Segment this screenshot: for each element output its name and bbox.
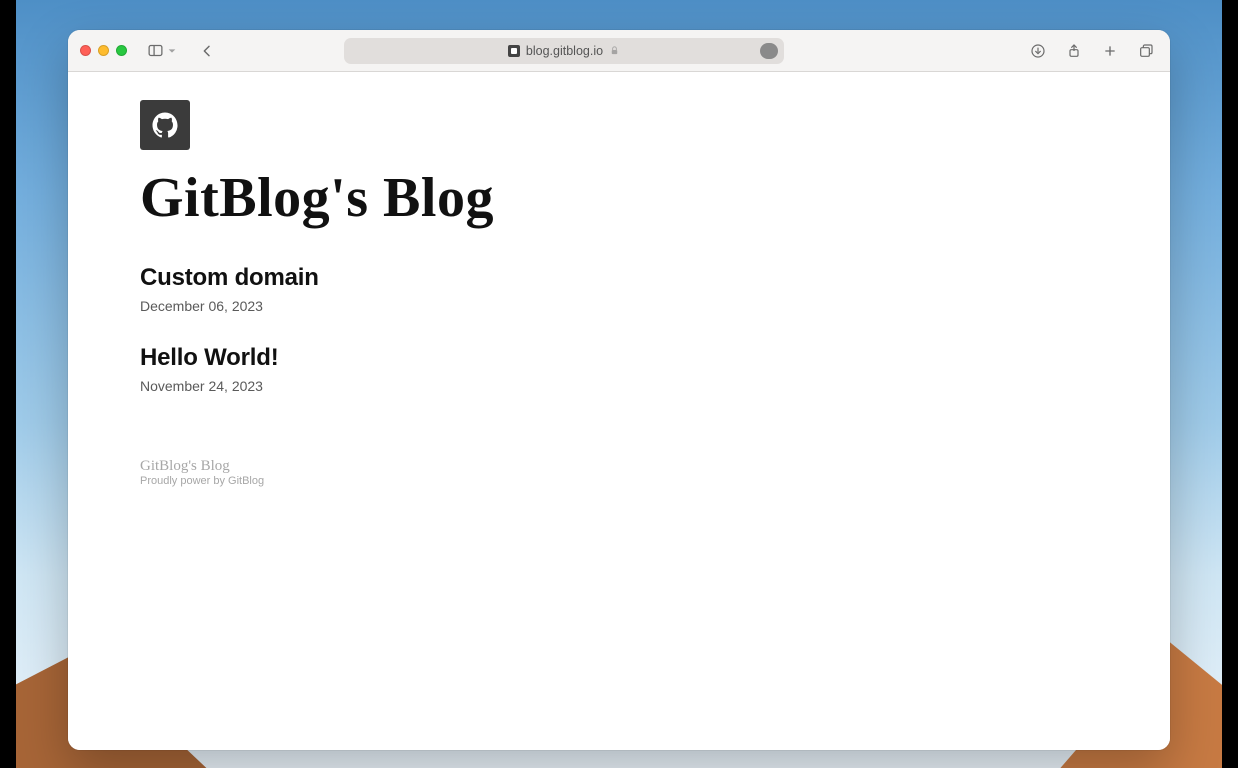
address-bar[interactable]: blog.gitblog.io: [344, 38, 784, 64]
post-title-link[interactable]: Hello World!: [140, 344, 1098, 372]
chevron-down-icon: [167, 46, 177, 56]
toolbar-right-group: [1026, 39, 1158, 63]
post-date: December 06, 2023: [140, 298, 1098, 314]
back-button[interactable]: [195, 39, 219, 63]
tabs-overview-button[interactable]: [1134, 39, 1158, 63]
new-tab-button[interactable]: [1098, 39, 1122, 63]
post-date: November 24, 2023: [140, 378, 1098, 394]
browser-window: blog.gitblog.io: [68, 30, 1170, 750]
lock-icon: [609, 45, 620, 56]
post-item: Hello World! November 24, 2023: [140, 344, 1098, 394]
address-url: blog.gitblog.io: [526, 44, 603, 58]
footer-site-title: GitBlog's Blog: [140, 458, 1098, 475]
post-item: Custom domain December 06, 2023: [140, 264, 1098, 314]
browser-toolbar: blog.gitblog.io: [68, 30, 1170, 72]
blog-title: GitBlog's Blog: [140, 166, 1098, 230]
downloads-button[interactable]: [1026, 39, 1050, 63]
reader-mode-button[interactable]: [760, 43, 778, 59]
share-button[interactable]: [1062, 39, 1086, 63]
share-icon: [1066, 43, 1082, 59]
window-controls: [80, 45, 127, 56]
footer-credit: Proudly power by GitBlog: [140, 475, 1098, 487]
blog-footer: GitBlog's Blog Proudly power by GitBlog: [140, 458, 1098, 487]
desktop-wallpaper: blog.gitblog.io: [16, 0, 1222, 768]
window-minimize-button[interactable]: [98, 45, 109, 56]
window-close-button[interactable]: [80, 45, 91, 56]
post-title-link[interactable]: Custom domain: [140, 264, 1098, 292]
plus-icon: [1102, 43, 1118, 59]
tabs-icon: [1138, 43, 1154, 59]
screen: blog.gitblog.io: [0, 0, 1238, 768]
site-logo[interactable]: [140, 100, 190, 150]
site-favicon-icon: [508, 45, 520, 57]
octocat-icon: [150, 110, 180, 140]
download-icon: [1030, 43, 1046, 59]
page-content[interactable]: GitBlog's Blog Custom domain December 06…: [68, 72, 1170, 750]
sidebar-toggle-button[interactable]: [143, 42, 181, 59]
sidebar-icon: [147, 42, 164, 59]
chevron-left-icon: [199, 43, 215, 59]
window-fullscreen-button[interactable]: [116, 45, 127, 56]
